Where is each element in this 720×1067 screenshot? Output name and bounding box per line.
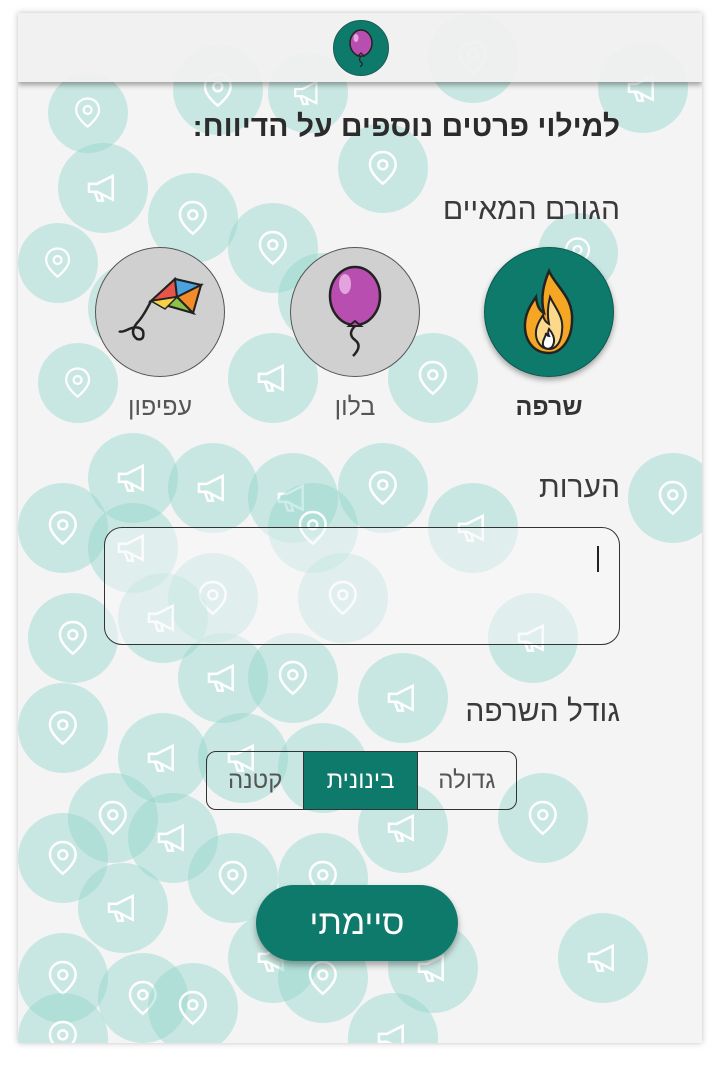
text-cursor [597,546,599,572]
cause-fire-circle[interactable] [484,247,614,377]
fire-size-segmented-control: קטנה בינונית גדולה [206,751,517,810]
page-title: למילוי פרטים נוספים על הדיווח: [192,110,620,143]
size-option-medium[interactable]: בינונית [304,752,417,809]
notes-textarea[interactable] [104,527,620,645]
notes-section-label: הערות [538,471,620,504]
cause-balloon-label: בלון [334,393,376,421]
kite-icon [118,276,204,341]
cause-option-balloon[interactable]: בלון [290,247,420,422]
report-details-screen: למילוי פרטים נוספים על הדיווח: הגורם המא… [18,13,702,1043]
cause-option-kite[interactable]: עפיפון [95,247,225,422]
cause-balloon-circle[interactable] [290,247,420,377]
cause-fire-label: שרפה [515,393,583,421]
size-option-large[interactable]: גדולה [416,752,516,809]
cause-kite-label: עפיפון [127,393,193,421]
fire-icon [523,267,574,355]
size-option-small[interactable]: קטנה [207,752,305,809]
fire-size-section-label: גודל השרפה [465,695,620,728]
submit-button[interactable]: סיימתי [256,885,458,961]
balloon-icon [328,265,382,357]
balloon-icon [349,29,373,67]
cause-option-fire[interactable]: שרפה [484,247,614,422]
app-header [18,13,702,82]
cause-section-label: הגורם המאיים [442,193,620,226]
cause-kite-circle[interactable] [95,247,225,377]
app-logo[interactable] [333,20,389,76]
